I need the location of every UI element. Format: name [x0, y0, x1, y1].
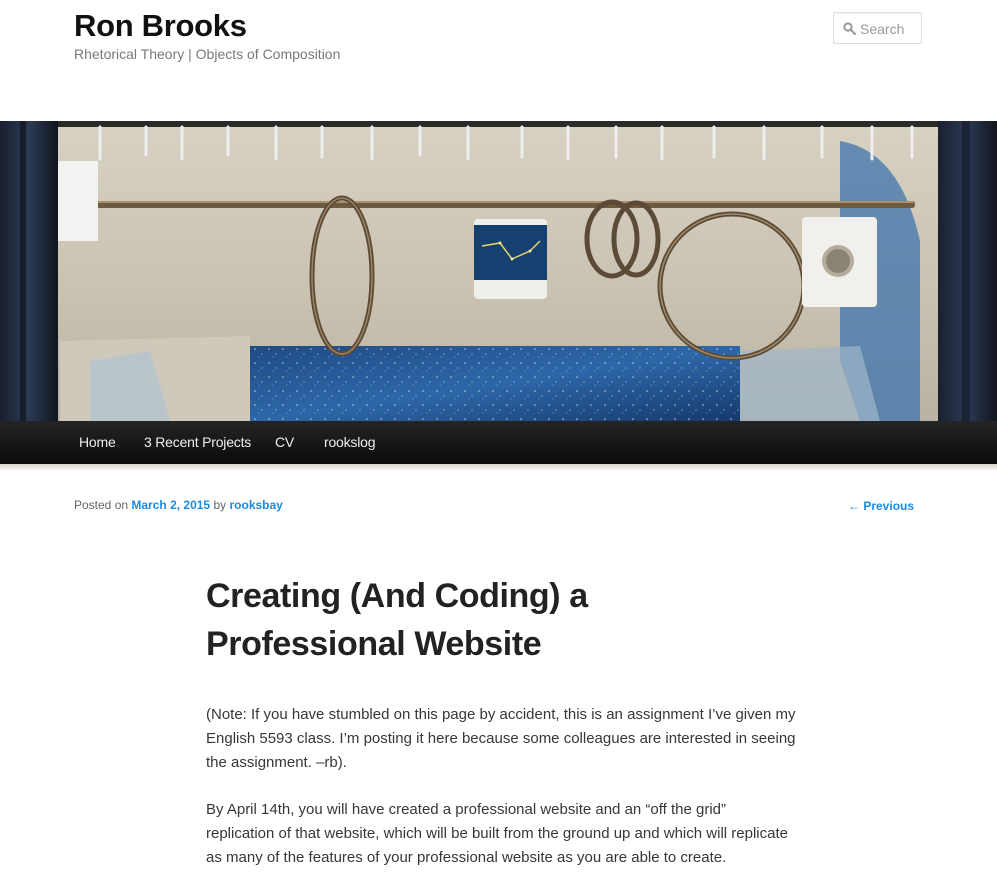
by-label: by [213, 498, 227, 512]
post-title: Creating (And Coding) a Professional Web… [206, 577, 588, 663]
header-image [0, 121, 997, 421]
author-link[interactable]: rooksbay [229, 498, 282, 512]
main-navigation: Home 3 Recent Projects CV rookslog [0, 421, 997, 464]
nav-item-cv[interactable]: CV [275, 434, 294, 450]
nav-divider [0, 464, 997, 470]
post-paragraph: By April 14th, you will have created a p… [206, 801, 788, 866]
post-date-link[interactable]: March 2, 2015 [131, 498, 210, 512]
nav-item-rookslog[interactable]: rookslog [324, 434, 376, 450]
site-title[interactable]: Ron Brooks [74, 8, 247, 44]
search-box[interactable] [833, 12, 922, 44]
search-icon [843, 22, 856, 35]
previous-post-link[interactable]: ← Previous [848, 499, 914, 513]
search-input[interactable] [860, 19, 920, 39]
post-paragraph: (Note: If you have stumbled on this page… [206, 706, 796, 771]
posted-on-label: Posted on [74, 498, 129, 512]
entry-meta: Posted on March 2, 2015 by rooksbay [74, 498, 283, 512]
nav-item-recent-projects[interactable]: 3 Recent Projects [144, 434, 251, 450]
nav-item-home[interactable]: Home [79, 434, 116, 450]
site-description: Rhetorical Theory | Objects of Compositi… [74, 46, 341, 62]
